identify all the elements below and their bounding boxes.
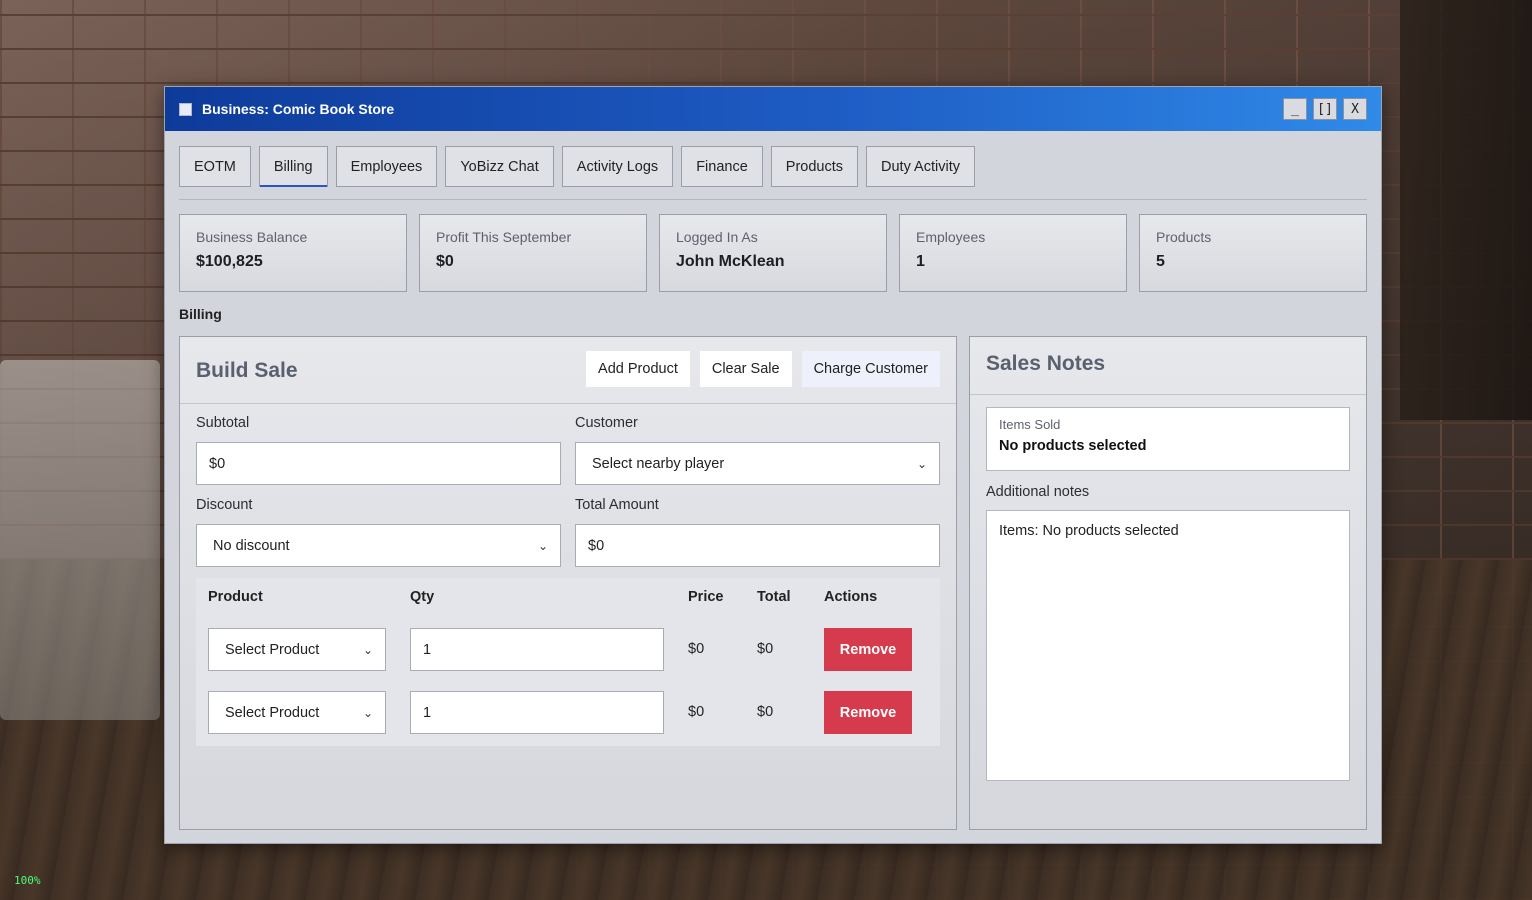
tab-bar: EOTM Billing Employees YoBizz Chat Activ…	[179, 146, 975, 187]
stat-label: Profit This September	[436, 229, 572, 245]
title-bar[interactable]: Business: Comic Book Store _ [] X	[165, 87, 1381, 131]
build-sale-panel: Build Sale Add Product Clear Sale Charge…	[179, 336, 957, 830]
background-desk	[0, 360, 160, 720]
tab-divider	[179, 199, 1367, 200]
stat-value: $0	[436, 253, 454, 270]
window-title: Business: Comic Book Store	[202, 101, 395, 117]
subtotal-label: Subtotal	[196, 415, 250, 431]
section-heading: Billing	[179, 306, 222, 322]
minimize-button[interactable]: _	[1283, 98, 1307, 120]
row-price: $0	[688, 641, 705, 657]
qty-input[interactable]: 1	[410, 628, 664, 671]
stat-value: 5	[1156, 253, 1165, 270]
total-amount-label: Total Amount	[575, 497, 659, 513]
tab-employees[interactable]: Employees	[335, 146, 438, 187]
header-price: Price	[688, 589, 724, 605]
product-select[interactable]: Select Product ⌄	[208, 628, 386, 671]
stat-label: Products	[1156, 229, 1212, 245]
remove-button[interactable]: Remove	[824, 691, 912, 734]
items-sold-box: Items Sold No products selected	[986, 407, 1350, 471]
maximize-button[interactable]: []	[1313, 98, 1337, 120]
sales-notes-title: Sales Notes	[986, 352, 1106, 375]
discount-select[interactable]: No discount ⌄	[196, 524, 561, 567]
product-select-value: Select Product	[225, 641, 320, 658]
row-price: $0	[688, 704, 705, 720]
stat-business-balance: Business Balance $100,825	[179, 214, 407, 292]
discount-label: Discount	[196, 497, 253, 513]
sales-notes-header: Sales Notes	[970, 337, 1366, 395]
chevron-down-icon: ⌄	[362, 642, 373, 657]
stat-employees: Employees 1	[899, 214, 1127, 292]
additional-notes-label: Additional notes	[986, 484, 1090, 500]
window-icon	[179, 102, 192, 116]
customer-select[interactable]: Select nearby player ⌄	[575, 442, 940, 485]
header-total: Total	[757, 589, 791, 605]
qty-input[interactable]: 1	[410, 691, 664, 734]
total-amount-field[interactable]: $0	[575, 524, 940, 567]
header-qty: Qty	[410, 589, 435, 605]
tab-activity-logs[interactable]: Activity Logs	[561, 146, 674, 187]
chevron-down-icon: ⌄	[362, 705, 373, 720]
stat-label: Business Balance	[196, 229, 308, 245]
header-actions: Actions	[824, 589, 878, 605]
background-frame	[1400, 0, 1532, 420]
close-button[interactable]: X	[1343, 98, 1367, 120]
charge-customer-button[interactable]: Charge Customer	[801, 351, 940, 387]
fps-counter: 100%	[14, 874, 41, 887]
subtotal-field[interactable]: $0	[196, 442, 561, 485]
tab-eotm[interactable]: EOTM	[179, 146, 251, 187]
tab-billing[interactable]: Billing	[258, 146, 328, 187]
additional-notes-textarea[interactable]: Items: No products selected	[986, 510, 1350, 781]
stat-value: John McKlean	[676, 253, 785, 270]
stat-label: Employees	[916, 229, 986, 245]
window-controls: _ [] X	[1283, 98, 1367, 120]
stat-products: Products 5	[1139, 214, 1367, 292]
row-total: $0	[757, 641, 774, 657]
tab-products[interactable]: Products	[770, 146, 859, 187]
build-sale-actions: Add Product Clear Sale Charge Customer	[586, 351, 940, 387]
stat-logged-in-as: Logged In As John McKlean	[659, 214, 887, 292]
stat-value: 1	[916, 253, 925, 270]
stats-row: Business Balance $100,825 Profit This Se…	[179, 214, 1367, 292]
header-product: Product	[208, 589, 263, 605]
customer-label: Customer	[575, 415, 638, 431]
customer-select-value: Select nearby player	[592, 455, 725, 472]
chevron-down-icon: ⌄	[916, 456, 927, 471]
product-select-value: Select Product	[225, 704, 320, 721]
product-table: Product Qty Price Total Actions Select P…	[196, 578, 940, 746]
stat-label: Logged In As	[676, 229, 758, 245]
stat-profit: Profit This September $0	[419, 214, 647, 292]
build-sale-header: Build Sale Add Product Clear Sale Charge…	[180, 337, 956, 404]
business-window: Business: Comic Book Store _ [] X EOTM B…	[164, 86, 1382, 844]
tab-finance[interactable]: Finance	[681, 146, 763, 187]
row-total: $0	[757, 704, 774, 720]
clear-sale-button[interactable]: Clear Sale	[699, 351, 792, 387]
add-product-button[interactable]: Add Product	[586, 351, 690, 387]
remove-button[interactable]: Remove	[824, 628, 912, 671]
items-sold-value: No products selected	[999, 438, 1147, 454]
build-sale-title: Build Sale	[196, 359, 298, 382]
stat-value: $100,825	[196, 253, 263, 270]
sales-notes-panel: Sales Notes Items Sold No products selec…	[969, 336, 1367, 830]
product-select[interactable]: Select Product ⌄	[208, 691, 386, 734]
chevron-down-icon: ⌄	[537, 538, 548, 553]
discount-select-value: No discount	[213, 537, 290, 554]
tab-yobizz-chat[interactable]: YoBizz Chat	[445, 146, 554, 187]
tab-duty-activity[interactable]: Duty Activity	[866, 146, 975, 187]
items-sold-label: Items Sold	[999, 417, 1061, 432]
